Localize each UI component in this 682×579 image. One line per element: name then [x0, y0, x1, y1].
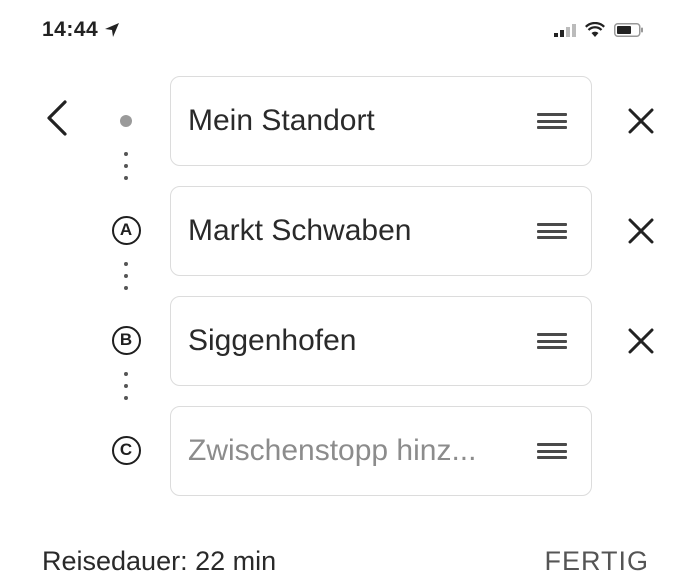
stop-field-text: Siggenhofen: [188, 324, 357, 357]
stop-field-origin[interactable]: Mein Standort: [170, 76, 592, 166]
remove-stop-b-button[interactable]: [621, 321, 661, 361]
add-stop-field[interactable]: Zwischenstopp hinz...: [170, 406, 592, 496]
wifi-icon: [585, 22, 605, 37]
travel-duration: Reisedauer: 22 min: [42, 546, 277, 576]
stop-field-text: Markt Schwaben: [188, 214, 412, 247]
drag-handle-icon[interactable]: [537, 443, 567, 459]
status-bar-indicators: [554, 22, 644, 37]
stop-marker-b: B: [111, 325, 141, 355]
route-connector-dots: [124, 372, 128, 400]
stop-marker-c: C: [111, 435, 141, 465]
chevron-left-icon: [47, 100, 67, 136]
done-button[interactable]: FERTIG: [544, 546, 649, 577]
signal-icon: [554, 23, 576, 37]
route-editor-screen: 14:44 A B C Mein Standort Markt Schwaben…: [0, 0, 682, 579]
close-icon: [628, 328, 654, 354]
stop-field-text: Mein Standort: [188, 104, 375, 137]
stop-marker-letter: C: [111, 435, 141, 465]
location-arrow-icon: [105, 23, 120, 37]
close-icon: [628, 108, 654, 134]
stop-marker-a: A: [111, 215, 141, 245]
stop-marker-origin: [111, 106, 141, 136]
add-stop-placeholder: Zwischenstopp hinz...: [188, 434, 477, 467]
stop-field-a[interactable]: Markt Schwaben: [170, 186, 592, 276]
status-bar-time: 14:44: [42, 18, 120, 42]
back-button[interactable]: [40, 98, 74, 138]
close-icon: [628, 218, 654, 244]
route-connector-dots: [124, 152, 128, 180]
current-location-dot-icon: [120, 115, 132, 127]
stop-marker-letter: B: [111, 325, 141, 355]
route-connector-dots: [124, 262, 128, 290]
stop-field-b[interactable]: Siggenhofen: [170, 296, 592, 386]
drag-handle-icon[interactable]: [537, 223, 567, 239]
battery-icon: [614, 22, 643, 37]
drag-handle-icon[interactable]: [537, 113, 567, 129]
status-time-text: 14:44: [42, 18, 99, 41]
remove-stop-a-button[interactable]: [621, 211, 661, 251]
drag-handle-icon[interactable]: [537, 333, 567, 349]
stop-marker-letter: A: [111, 215, 141, 245]
remove-stop-origin-button[interactable]: [621, 101, 661, 141]
